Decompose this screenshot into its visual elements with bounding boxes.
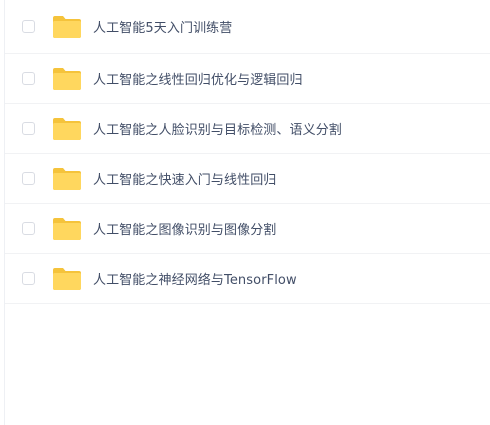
file-list-pane: 人工智能5天入门训练营 人工智能之线性回归优化与逻辑回归 人工智能之人脸识别与目… [4,0,490,425]
select-checkbox[interactable] [22,172,35,185]
list-item[interactable]: 人工智能之神经网络与TensorFlow [5,254,490,304]
folder-icon [52,117,82,141]
folder-name[interactable]: 人工智能5天入门训练营 [93,17,232,36]
folder-icon [52,67,82,91]
folder-name[interactable]: 人工智能之图像识别与图像分割 [93,219,276,238]
select-checkbox[interactable] [22,272,35,285]
list-item[interactable]: 人工智能5天入门训练营 [5,0,490,54]
folder-icon [52,15,82,39]
folder-icon [52,217,82,241]
select-checkbox[interactable] [22,222,35,235]
folder-name[interactable]: 人工智能之神经网络与TensorFlow [93,269,297,288]
folder-list: 人工智能5天入门训练营 人工智能之线性回归优化与逻辑回归 人工智能之人脸识别与目… [5,0,490,304]
list-item[interactable]: 人工智能之线性回归优化与逻辑回归 [5,54,490,104]
select-checkbox[interactable] [22,122,35,135]
select-checkbox[interactable] [22,20,35,33]
list-item[interactable]: 人工智能之图像识别与图像分割 [5,204,490,254]
list-item[interactable]: 人工智能之快速入门与线性回归 [5,154,490,204]
folder-icon [52,167,82,191]
folder-name[interactable]: 人工智能之人脸识别与目标检测、语义分割 [93,119,342,138]
list-item[interactable]: 人工智能之人脸识别与目标检测、语义分割 [5,104,490,154]
folder-name[interactable]: 人工智能之快速入门与线性回归 [93,169,276,188]
select-checkbox[interactable] [22,72,35,85]
folder-icon [52,267,82,291]
folder-name[interactable]: 人工智能之线性回归优化与逻辑回归 [93,69,303,88]
